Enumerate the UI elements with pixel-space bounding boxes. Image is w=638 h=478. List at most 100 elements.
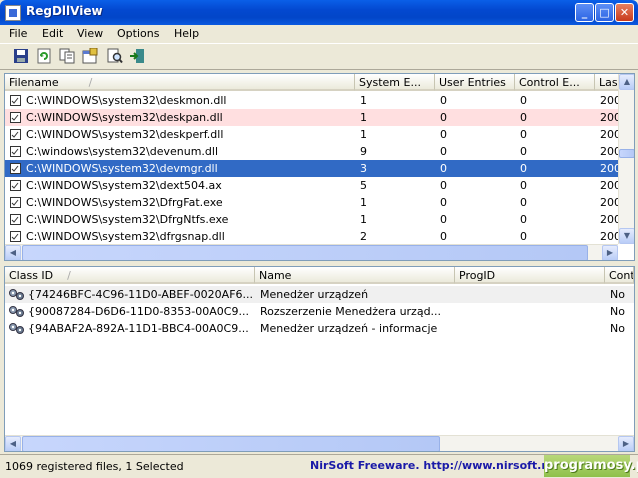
system-entries: 2 (360, 230, 367, 243)
close-icon: ✕ (619, 6, 630, 19)
hscroll-thumb[interactable] (22, 436, 440, 451)
gears-icon (9, 289, 24, 300)
col-last[interactable]: Las (595, 74, 619, 91)
copy-icon (59, 48, 75, 64)
minimize-button[interactable]: _ (575, 3, 594, 22)
scroll-thumb[interactable] (619, 149, 634, 158)
col-cont[interactable]: Cont (605, 267, 634, 284)
status-count: 1069 registered files, 1 Selected (5, 460, 184, 473)
file-row[interactable]: C:\WINDOWS\system32\dext504.ax 5 0 0 200 (5, 177, 618, 194)
classes-hscroll[interactable]: ◀ ▶ (5, 435, 634, 451)
file-row[interactable]: C:\windows\system32\devenum.dll 9 0 0 200 (5, 143, 618, 160)
system-entries: 1 (360, 196, 367, 209)
class-id: {74246BFC-4C96-11D0-ABEF-0020AF6... (28, 288, 253, 301)
hscroll-thumb[interactable] (22, 245, 588, 260)
menu-edit[interactable]: Edit (42, 27, 63, 40)
menu-bar: File Edit View Options Help (0, 25, 638, 42)
window-title: RegDllView (26, 4, 103, 18)
file-row[interactable]: C:\WINDOWS\system32\DfrgNtfs.exe 1 0 0 200 (5, 211, 618, 228)
close-button[interactable]: ✕ (615, 3, 634, 22)
last-modified: 200 (600, 111, 618, 124)
class-name: Menedżer urządzeń - informacje (260, 322, 438, 335)
scroll-right-button[interactable]: ▶ (618, 436, 634, 451)
save-button[interactable] (13, 48, 29, 64)
last-modified: 200 (600, 213, 618, 226)
scroll-left-button[interactable]: ◀ (5, 436, 21, 451)
maximize-button[interactable]: □ (595, 3, 614, 22)
file-name: C:\WINDOWS\system32\DfrgNtfs.exe (26, 213, 229, 226)
file-row[interactable]: C:\WINDOWS\system32\dfrgsnap.dll200200 (5, 228, 618, 245)
menu-options[interactable]: Options (117, 27, 159, 40)
nirsoft-link[interactable]: NirSoft Freeware. http://www.nirsoft.net (310, 459, 562, 472)
find-button[interactable] (107, 48, 123, 64)
sort-arrow-icon: / (88, 76, 93, 89)
gears-icon (9, 323, 24, 334)
exit-button[interactable] (129, 48, 145, 64)
gears-icon (9, 306, 24, 317)
file-icon (10, 163, 21, 174)
class-name: Rozszerzenie Menedżera urząd... (260, 305, 442, 318)
copy-button[interactable] (59, 48, 75, 64)
file-icon (10, 231, 21, 242)
classes-list[interactable]: Class ID / Name ProgID Cont {74246BFC-4C9… (4, 266, 635, 452)
minimize-icon: _ (581, 6, 588, 19)
control-entries: 0 (520, 196, 527, 209)
file-row[interactable]: C:\WINDOWS\system32\deskperf.dll 1 0 0 200 (5, 126, 618, 143)
files-vscroll[interactable]: ▲ ▼ (618, 74, 634, 244)
file-icon (10, 197, 21, 208)
control-entries: 0 (520, 213, 527, 226)
control-entries: 0 (520, 94, 527, 107)
col-filename[interactable]: Filename / (5, 74, 355, 91)
refresh-button[interactable] (36, 48, 52, 64)
system-entries: 5 (360, 179, 367, 192)
file-name: C:\WINDOWS\system32\deskpan.dll (26, 111, 223, 124)
col-system-entries[interactable]: System E... (355, 74, 435, 91)
class-row[interactable]: {94ABAF2A-892A-11D1-BBC4-00A0C9... Menedż… (5, 320, 634, 337)
last-modified: 200 (600, 145, 618, 158)
class-row[interactable]: {74246BFC-4C96-11D0-ABEF-0020AF6... Mened… (5, 286, 634, 303)
file-name: C:\WINDOWS\system32\deskperf.dll (26, 128, 224, 141)
file-icon (10, 146, 21, 157)
exit-icon (130, 49, 144, 63)
system-entries: 1 (360, 94, 367, 107)
refresh-icon (37, 48, 51, 64)
last-modified: 200 (600, 196, 618, 209)
system-entries: 3 (360, 162, 367, 175)
scroll-up-button[interactable]: ▲ (619, 74, 634, 90)
control-entries: 0 (520, 128, 527, 141)
system-entries: 1 (360, 111, 367, 124)
file-icon (10, 180, 21, 191)
file-name: C:\WINDOWS\system32\dfrgsnap.dll (26, 230, 225, 243)
user-entries: 0 (440, 128, 447, 141)
user-entries: 0 (440, 196, 447, 209)
class-id: {94ABAF2A-892A-11D1-BBC4-00A0C9... (28, 322, 249, 335)
sort-arrow-icon: / (67, 269, 71, 282)
file-row[interactable]: C:\WINDOWS\system32\deskmon.dll 1 0 0 200 (5, 92, 618, 109)
col-control-entries[interactable]: Control E... (515, 74, 595, 91)
menu-help[interactable]: Help (174, 27, 199, 40)
file-row[interactable]: C:\WINDOWS\system32\DfrgFat.exe 1 0 0 200 (5, 194, 618, 211)
files-hscroll[interactable]: ◀ ▶ (5, 244, 618, 260)
file-icon (10, 112, 21, 123)
col-name[interactable]: Name (255, 267, 455, 284)
file-icon (10, 129, 21, 140)
class-row[interactable]: {90087284-D6D6-11D0-8353-00A0C9... Rozsze… (5, 303, 634, 320)
properties-icon (82, 48, 98, 64)
title-bar[interactable]: RegDllView _ □ ✕ (0, 0, 638, 25)
scroll-right-button[interactable]: ▶ (602, 245, 618, 260)
file-row[interactable]: C:\WINDOWS\system32\deskpan.dll 1 0 0 200 (5, 109, 618, 126)
file-name: C:\WINDOWS\system32\devmgr.dll (26, 162, 218, 175)
file-icon (10, 214, 21, 225)
col-progid[interactable]: ProgID (455, 267, 605, 284)
files-list[interactable]: Filename / System E... User Entries Contr… (4, 73, 635, 261)
scroll-down-button[interactable]: ▼ (619, 228, 634, 244)
user-entries: 0 (440, 94, 447, 107)
col-user-entries[interactable]: User Entries (435, 74, 515, 91)
properties-button[interactable] (82, 48, 98, 64)
menu-view[interactable]: View (77, 27, 103, 40)
menu-file[interactable]: File (9, 27, 27, 40)
col-class-id[interactable]: Class ID / (5, 267, 255, 284)
scroll-left-button[interactable]: ◀ (5, 245, 21, 260)
file-row[interactable]: C:\WINDOWS\system32\devmgr.dll 3 0 0 200 (5, 160, 618, 177)
last-modified: 200 (600, 179, 618, 192)
